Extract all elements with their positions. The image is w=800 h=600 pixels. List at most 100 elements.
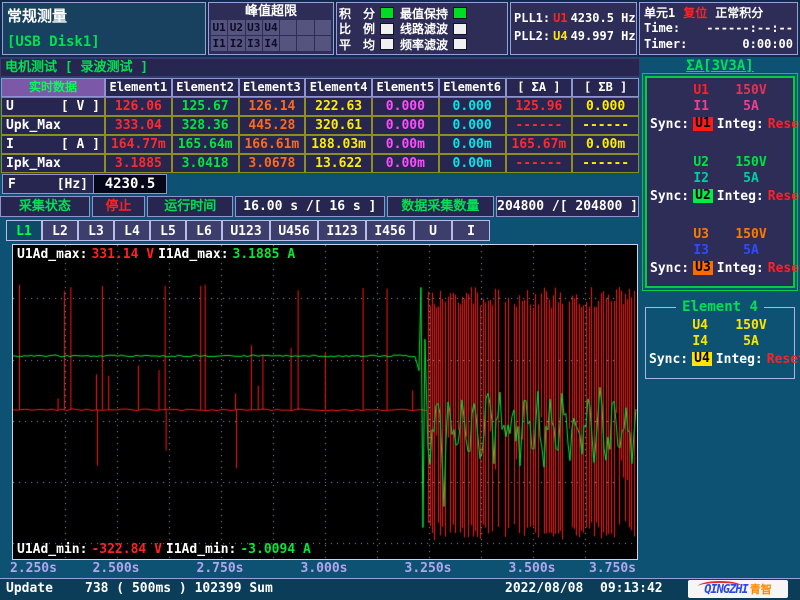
status-bar: Update 738 ( 500ms ) 102399 Sum 2022/08/… (0, 578, 800, 600)
x-tick-label: 3.750s (589, 561, 636, 576)
integ-reset-value[interactable]: Reset (768, 261, 800, 276)
top-strip: 常规测量 [USB Disk1] 峰值超限 U1U2U3U4I1I2I3I4 积… (0, 0, 800, 57)
sync-source-chip-u3[interactable]: U3 (693, 261, 713, 275)
x-tick-label: 3.000s (301, 561, 348, 576)
column-header: Element4 (305, 78, 372, 97)
status-date: 2022/08/08 (505, 581, 583, 596)
pll1-value: 4230.5 Hz (571, 11, 636, 25)
tab-l4[interactable]: L4 (114, 220, 150, 241)
timer-value: 0:00:00 (742, 37, 793, 51)
cell-value: 0.00m (439, 154, 506, 173)
tab-l3[interactable]: L3 (78, 220, 114, 241)
toggle-line-filter-checkbox[interactable] (453, 23, 467, 35)
cell-value: 0.00m (439, 135, 506, 154)
cell-value: 0.00m (372, 135, 439, 154)
peak-cell-empty (315, 36, 331, 51)
sync-source-chip-u4[interactable]: U4 (692, 352, 712, 366)
status-time: 09:13:42 (600, 581, 663, 596)
acq-runtime-label: 运行时间 (147, 196, 233, 217)
tab-l6[interactable]: L6 (186, 220, 222, 241)
mode-title: 常规测量 (3, 3, 205, 28)
element4-wiring-panel: U4150VI45ASync:U4Integ:Reset (645, 307, 795, 379)
frequency-symbol: F (8, 177, 16, 192)
u1-max-value: 331.14 V (91, 247, 154, 262)
tab-i[interactable]: I (452, 220, 490, 241)
toggle-freq-filter-checkbox[interactable] (453, 38, 467, 50)
tab-l1[interactable]: L1 (6, 220, 42, 241)
tab-i123[interactable]: I123 (318, 220, 366, 241)
sigma-group: U2150VI25ASync:U2Integ:Reset (647, 155, 793, 205)
sync-source-chip-u2[interactable]: U2 (693, 189, 713, 203)
channel-name: U2 (647, 155, 709, 171)
i1-min-value: -3.0094 A (240, 542, 310, 557)
acq-count-value: 204800 /[ 204800 ] (496, 196, 639, 217)
sync-row-u3: Sync:U3Integ:Reset (647, 259, 793, 277)
integ-label: Integ: (717, 189, 764, 204)
cell-value: 0.000 (372, 97, 439, 116)
time-axis-ticks: 2.250s2.500s2.750s3.000s3.250s3.500s3.75… (12, 561, 638, 577)
cell-value: 166.61m (239, 135, 306, 154)
integration-reset-label[interactable]: 复位 (683, 4, 707, 21)
i1-max-label: I1Ad_max: (158, 247, 228, 262)
tab-l5[interactable]: L5 (150, 220, 186, 241)
toggle-integration-checkbox[interactable] (380, 7, 394, 19)
pll2-label: PLL2: (514, 29, 550, 43)
logo-cjk-text: 青智 (750, 581, 772, 597)
peak-cell-empty (315, 20, 331, 35)
peak-cell-u4: U4 (263, 20, 279, 35)
sync-label: Sync: (650, 261, 689, 276)
peak-cell-i2: I2 (228, 36, 244, 51)
x-tick-label: 2.250s (10, 561, 57, 576)
toggle-ratio-checkbox[interactable] (380, 23, 394, 35)
tab-u123[interactable]: U123 (222, 220, 270, 241)
cell-value: 222.63 (305, 97, 372, 116)
toggle-average-checkbox[interactable] (380, 38, 394, 50)
row-name: U (6, 98, 14, 115)
table-row-ipk_max: Ipk_Max3.18853.04183.067813.6220.00m0.00… (1, 154, 639, 173)
timer-label: Timer: (644, 37, 687, 51)
sync-row-u1: Sync:U1Integ:Reset (647, 115, 793, 133)
pll1-label: PLL1: (514, 11, 550, 25)
channel-range: 5A (709, 171, 793, 187)
sync-label: Sync: (650, 189, 689, 204)
cell-value: 13.622 (305, 154, 372, 173)
tab-u[interactable]: U (414, 220, 452, 241)
cell-value: 126.06 (105, 97, 172, 116)
i1-max-value: 3.1885 A (233, 247, 296, 262)
pll1-row: PLL1:U14230.5 Hz (514, 9, 633, 27)
channel-range: 5A (708, 334, 794, 350)
channel-row-u3: U3150V (647, 227, 793, 243)
peak-cell-i1: I1 (211, 36, 227, 51)
pll-panel: PLL1:U14230.5 HzPLL2:U449.997 Hz (510, 2, 637, 55)
tab-l2[interactable]: L2 (42, 220, 78, 241)
u1-min-value: -322.84 V (91, 542, 161, 557)
channel-name: I1 (647, 99, 709, 115)
acq-status-value: 停止 (92, 196, 146, 217)
sync-source-chip-u1[interactable]: U1 (693, 117, 713, 131)
toggle-max-hold-checkbox[interactable] (453, 7, 467, 19)
cell-value: ------ (572, 116, 639, 135)
integ-reset-value[interactable]: Reset (768, 189, 800, 204)
channel-name: I3 (647, 243, 709, 259)
cell-value: 0.000 (439, 116, 506, 135)
channel-range: 5A (709, 99, 793, 115)
channel-row-i4: I45A (646, 334, 794, 350)
row-label-ipk_max: Ipk_Max (1, 154, 105, 173)
sigma-group: U3150VI35ASync:U3Integ:Reset (647, 227, 793, 277)
channel-row-i2: I25A (647, 171, 793, 187)
channel-row-u4: U4150V (646, 318, 794, 334)
table-row-u: U[ V ]126.06125.67126.14222.630.0000.000… (1, 97, 639, 116)
column-header: Element6 (439, 78, 506, 97)
x-tick-label: 3.500s (509, 561, 556, 576)
sync-row-u4: Sync:U4Integ:Reset (646, 350, 794, 368)
integ-reset-value[interactable]: Reset (767, 352, 800, 367)
tab-i456[interactable]: I456 (366, 220, 414, 241)
integ-reset-value[interactable]: Reset (768, 117, 800, 132)
column-header: [ ΣA ] (506, 78, 573, 97)
peak-cell-empty (280, 20, 296, 35)
x-tick-label: 2.750s (197, 561, 244, 576)
tab-u456[interactable]: U456 (270, 220, 318, 241)
channel-name: I4 (646, 334, 708, 350)
toggle-freq-filter: 频率滤波 (400, 37, 467, 51)
integ-label: Integ: (717, 117, 764, 132)
